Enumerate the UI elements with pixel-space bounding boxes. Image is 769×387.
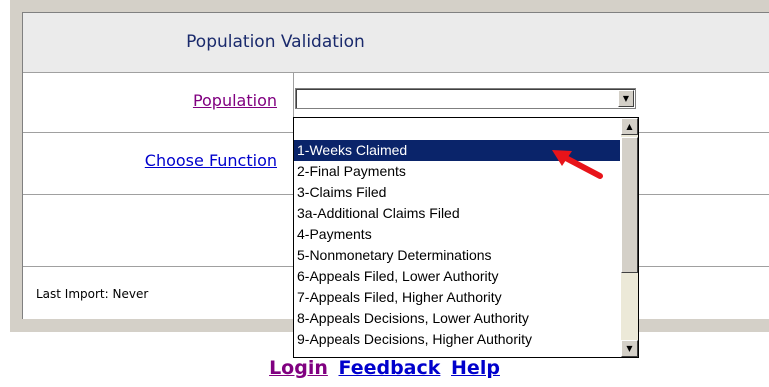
footer-links: Login Feedback Help [0,357,769,379]
login-link[interactable]: Login [269,357,328,379]
help-link[interactable]: Help [451,357,500,379]
scroll-up-icon[interactable]: ▲ [621,118,638,135]
dropdown-option[interactable]: 4-Payments [294,224,620,245]
population-link[interactable]: Population [193,91,277,110]
dropdown-option[interactable]: 7-Appeals Filed, Higher Authority [294,287,620,308]
scroll-thumb[interactable] [621,137,638,273]
choose-function-link[interactable]: Choose Function [145,151,277,170]
dropdown-option[interactable]: 3a-Additional Claims Filed [294,203,620,224]
dropdown-option[interactable]: 8-Appeals Decisions, Lower Authority [294,308,620,329]
header-row: Population Validation [23,13,769,73]
feedback-link[interactable]: Feedback [339,357,441,379]
population-select[interactable]: ▼ [295,88,636,109]
dropdown-option[interactable]: 9-Appeals Decisions, Higher Authority [294,329,620,350]
last-import-text: Last Import: Never [36,287,149,301]
arrow-shaft [559,153,603,179]
page-title: Population Validation [186,32,365,52]
chevron-down-icon[interactable]: ▼ [618,90,634,107]
dropdown-scrollbar[interactable]: ▲ ▼ [621,118,638,357]
dropdown-option[interactable]: 6-Appeals Filed, Lower Authority [294,266,620,287]
red-arrow-icon [552,150,603,179]
scroll-down-icon[interactable]: ▼ [621,340,638,357]
dropdown-option[interactable]: 5-Nonmonetary Determinations [294,245,620,266]
dropdown-blank-option[interactable] [294,118,620,138]
